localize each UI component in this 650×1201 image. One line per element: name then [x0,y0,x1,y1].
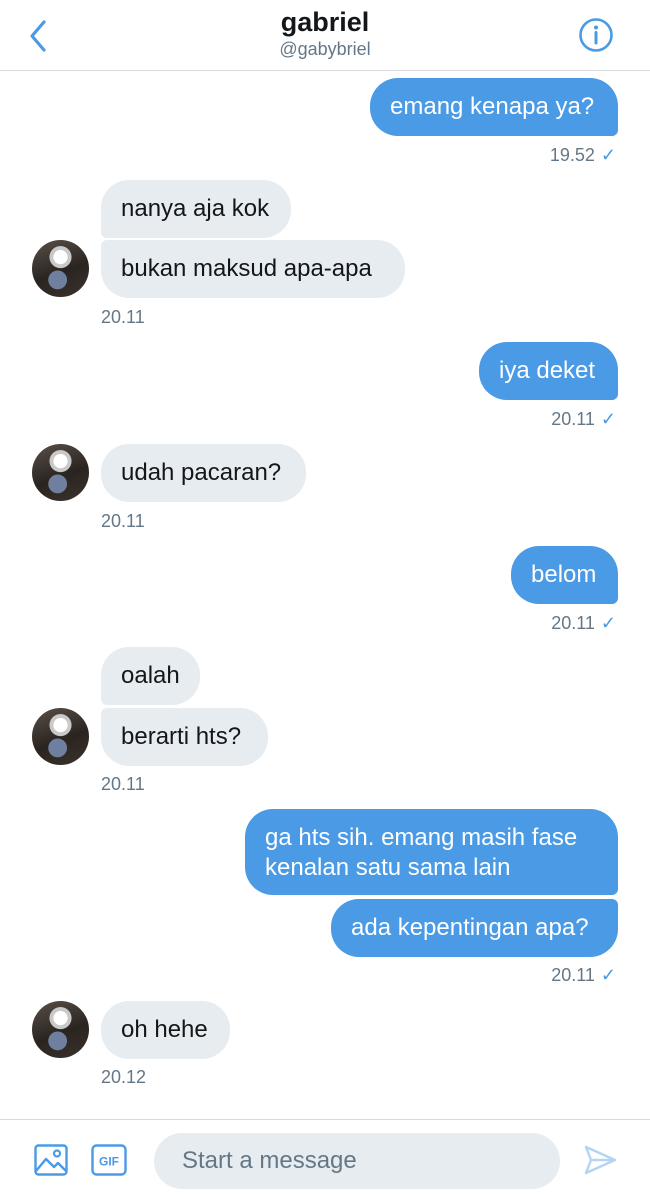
message-text: iya deket [499,357,596,384]
message-timestamp: 19.52 ✓ [549,145,616,165]
message-input[interactable] [154,1133,560,1189]
message-bubble-received[interactable]: udah pacaran? [101,444,306,502]
send-button[interactable] [582,1142,618,1178]
message-bubble-sent[interactable]: ga hts sih. emang masih fase kenalan sat… [245,809,618,895]
read-check-icon: ✓ [600,409,616,429]
message-text: oh hehe [121,1016,208,1043]
message-timestamp: 20.11 [101,307,145,327]
message-timestamp: 20.11 ✓ [551,613,616,633]
info-button[interactable] [578,17,614,53]
message-text: udah pacaran? [121,459,282,486]
message-bubble-received[interactable]: oh hehe [101,1001,230,1059]
message-timestamp: 20.12 [101,1067,147,1087]
conversation-header: gabriel @gabybriel [0,0,650,71]
message-text: berarti hts? [121,723,242,750]
message-bubble-received[interactable]: nanya aja kok [101,180,291,238]
message-text: belom [531,561,597,588]
send-icon [584,1145,617,1175]
message-text: ada kepentingan apa? [351,914,589,941]
message-composer: GIF [0,1119,650,1201]
message-text: bukan maksud apa-apa [121,255,372,282]
message-bubble-sent[interactable]: emang kenapa ya? [370,78,618,136]
message-timestamp: 20.11 ✓ [551,965,616,985]
read-check-icon: ✓ [600,145,616,165]
gif-label: GIF [99,1155,119,1169]
gif-button[interactable]: GIF [91,1142,127,1178]
message-bubble-sent[interactable]: ada kepentingan apa? [331,899,618,957]
message-text: emang kenapa ya? [390,93,595,120]
gif-icon: GIF [91,1144,127,1176]
avatar[interactable] [32,240,89,297]
image-icon [34,1144,68,1176]
message-bubble-received[interactable]: bukan maksud apa-apa [101,240,405,298]
message-text-line: ga hts sih. emang masih fase [265,824,578,851]
message-bubble-received[interactable]: berarti hts? [101,708,268,766]
contact-name: gabriel [280,7,370,37]
read-check-icon: ✓ [600,965,616,985]
conversation-title[interactable]: gabriel @gabybriel [0,6,650,60]
avatar[interactable] [32,1001,89,1058]
avatar[interactable] [32,444,89,501]
message-text: oalah [121,662,180,689]
message-bubble-sent[interactable]: iya deket [479,342,618,400]
message-bubble-received[interactable]: oalah [101,647,200,705]
message-bubble-sent[interactable]: belom [511,546,618,604]
add-media-button[interactable] [33,1142,69,1178]
contact-handle: @gabybriel [279,39,371,59]
message-text-line: kenalan satu sama lain [265,854,511,881]
read-check-icon: ✓ [600,613,616,633]
message-timestamp: 20.11 ✓ [551,409,616,429]
info-icon [579,18,613,52]
message-timestamp: 20.11 [101,774,145,794]
message-text: nanya aja kok [121,195,270,222]
avatar[interactable] [32,708,89,765]
message-timestamp: 20.11 [101,511,145,531]
